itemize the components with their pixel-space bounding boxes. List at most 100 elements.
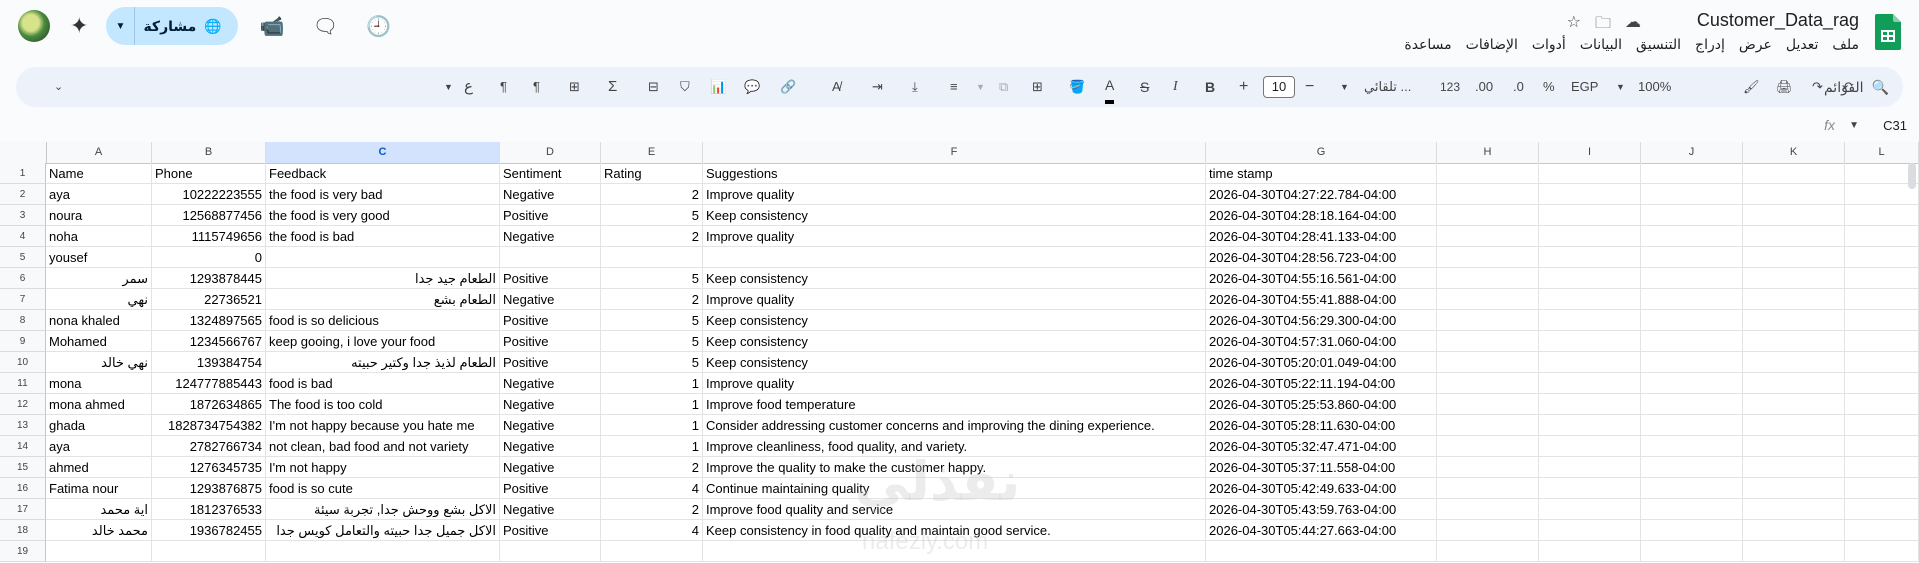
cell-g12[interactable]: 2026-04-30T05:25:53.860-04:00: [1206, 394, 1437, 415]
insert-comment-icon[interactable]: 💬: [744, 67, 760, 107]
cell-b9[interactable]: 1234566767: [152, 331, 266, 352]
column-header-g[interactable]: G: [1206, 142, 1437, 163]
cell-l7[interactable]: [1845, 289, 1919, 310]
cell-k13[interactable]: [1743, 415, 1845, 436]
percent-format[interactable]: %: [1543, 67, 1555, 107]
cell-l12[interactable]: [1845, 394, 1919, 415]
menu-file[interactable]: ملف: [1832, 36, 1859, 53]
merge-caret-icon[interactable]: ▼: [976, 67, 985, 107]
cell-k11[interactable]: [1743, 373, 1845, 394]
cell-e1[interactable]: Rating: [601, 163, 703, 184]
cell-i2[interactable]: [1539, 184, 1641, 205]
increase-decimal[interactable]: .00: [1475, 67, 1493, 107]
cell-f6[interactable]: Keep consistency: [703, 268, 1206, 289]
cell-k12[interactable]: [1743, 394, 1845, 415]
cell-j8[interactable]: [1641, 310, 1743, 331]
cell-a19[interactable]: [46, 541, 152, 562]
cell-i9[interactable]: [1539, 331, 1641, 352]
cell-f1[interactable]: Suggestions: [703, 163, 1206, 184]
cell-f10[interactable]: Keep consistency: [703, 352, 1206, 373]
cell-d10[interactable]: Positive: [500, 352, 601, 373]
cell-b2[interactable]: 10222223555: [152, 184, 266, 205]
menu-extensions[interactable]: الإضافات: [1466, 36, 1518, 53]
cell-k18[interactable]: [1743, 520, 1845, 541]
cell-l3[interactable]: [1845, 205, 1919, 226]
cell-a16[interactable]: Fatima nour: [46, 478, 152, 499]
cell-f9[interactable]: Keep consistency: [703, 331, 1206, 352]
borders-icon[interactable]: ⊞: [1032, 67, 1043, 107]
collapse-toolbar-icon[interactable]: ⌄: [54, 67, 63, 107]
cell-g19[interactable]: [1206, 541, 1437, 562]
filter-icon[interactable]: ⛉: [680, 67, 690, 107]
cell-k6[interactable]: [1743, 268, 1845, 289]
cell-i13[interactable]: [1539, 415, 1641, 436]
cell-c17[interactable]: الاكل بشع ووحش جدا, تجربة سيئة: [266, 499, 500, 520]
column-header-a[interactable]: A: [46, 142, 152, 163]
menu-format[interactable]: التنسيق: [1636, 36, 1681, 53]
cell-i3[interactable]: [1539, 205, 1641, 226]
horizontal-align-icon[interactable]: ≡: [950, 67, 958, 107]
currency-format[interactable]: EGP: [1571, 67, 1598, 107]
cell-g17[interactable]: 2026-04-30T05:43:59.763-04:00: [1206, 499, 1437, 520]
cell-b3[interactable]: 12568877456: [152, 205, 266, 226]
cell-f2[interactable]: Improve quality: [703, 184, 1206, 205]
cell-j5[interactable]: [1641, 247, 1743, 268]
meet-video-icon[interactable]: 📹: [260, 14, 285, 39]
print-icon[interactable]: 🖨: [1776, 67, 1793, 107]
paragraph-rtl-icon[interactable]: ¶: [533, 67, 540, 107]
cell-k16[interactable]: [1743, 478, 1845, 499]
cell-k4[interactable]: [1743, 226, 1845, 247]
cell-d6[interactable]: Positive: [500, 268, 601, 289]
column-header-j[interactable]: J: [1641, 142, 1743, 163]
cell-h17[interactable]: [1437, 499, 1539, 520]
cell-g15[interactable]: 2026-04-30T05:37:11.558-04:00: [1206, 457, 1437, 478]
cell-i14[interactable]: [1539, 436, 1641, 457]
functions-icon[interactable]: Σ: [608, 67, 617, 107]
spreadsheet-grid[interactable]: ABCDEFGHIJKL 1 Name Phone Feedback Sentiment…: [0, 142, 1919, 563]
cell-i4[interactable]: [1539, 226, 1641, 247]
cell-l5[interactable]: [1845, 247, 1919, 268]
cell-e17[interactable]: 2: [601, 499, 703, 520]
cell-a17[interactable]: اية محمد: [46, 499, 152, 520]
cell-k19[interactable]: [1743, 541, 1845, 562]
cell-b4[interactable]: 1115749656: [152, 226, 266, 247]
cell-g2[interactable]: 2026-04-30T04:27:22.784-04:00: [1206, 184, 1437, 205]
cell-b11[interactable]: 124777885443: [152, 373, 266, 394]
cell-b1[interactable]: Phone: [152, 163, 266, 184]
column-header-h[interactable]: H: [1437, 142, 1539, 163]
cell-c6[interactable]: الطعام جيد جدا: [266, 268, 500, 289]
bold-button[interactable]: B: [1205, 67, 1215, 107]
font-caret-icon[interactable]: ▼: [1340, 67, 1349, 107]
cell-f11[interactable]: Improve quality: [703, 373, 1206, 394]
cell-c5[interactable]: [266, 247, 500, 268]
column-header-b[interactable]: B: [152, 142, 266, 163]
cell-l14[interactable]: [1845, 436, 1919, 457]
cell-k1[interactable]: [1743, 163, 1845, 184]
cell-b19[interactable]: [152, 541, 266, 562]
cell-k9[interactable]: [1743, 331, 1845, 352]
cell-j17[interactable]: [1641, 499, 1743, 520]
cell-c1[interactable]: Feedback: [266, 163, 500, 184]
row-number[interactable]: 18: [0, 520, 46, 541]
cell-f18[interactable]: Keep consistency in food quality and mai…: [703, 520, 1206, 541]
cell-b6[interactable]: 1293878445: [152, 268, 266, 289]
cell-k10[interactable]: [1743, 352, 1845, 373]
cell-i7[interactable]: [1539, 289, 1641, 310]
cell-d9[interactable]: Positive: [500, 331, 601, 352]
cell-j19[interactable]: [1641, 541, 1743, 562]
name-box-caret-icon[interactable]: ▼: [1849, 120, 1859, 131]
cell-h10[interactable]: [1437, 352, 1539, 373]
cell-c3[interactable]: the food is very good: [266, 205, 500, 226]
fill-color-icon[interactable]: 🪣: [1069, 67, 1085, 107]
row-number[interactable]: 9: [0, 331, 46, 352]
share-dropdown-caret-icon[interactable]: ▼: [106, 7, 136, 45]
cell-i16[interactable]: [1539, 478, 1641, 499]
row-number[interactable]: 2: [0, 184, 46, 205]
cell-c14[interactable]: not clean, bad food and not variety: [266, 436, 500, 457]
cell-e11[interactable]: 1: [601, 373, 703, 394]
cell-c13[interactable]: I'm not happy because you hate me: [266, 415, 500, 436]
cell-i10[interactable]: [1539, 352, 1641, 373]
cell-g3[interactable]: 2026-04-30T04:28:18.164-04:00: [1206, 205, 1437, 226]
cell-k2[interactable]: [1743, 184, 1845, 205]
column-header-d[interactable]: D: [500, 142, 601, 163]
